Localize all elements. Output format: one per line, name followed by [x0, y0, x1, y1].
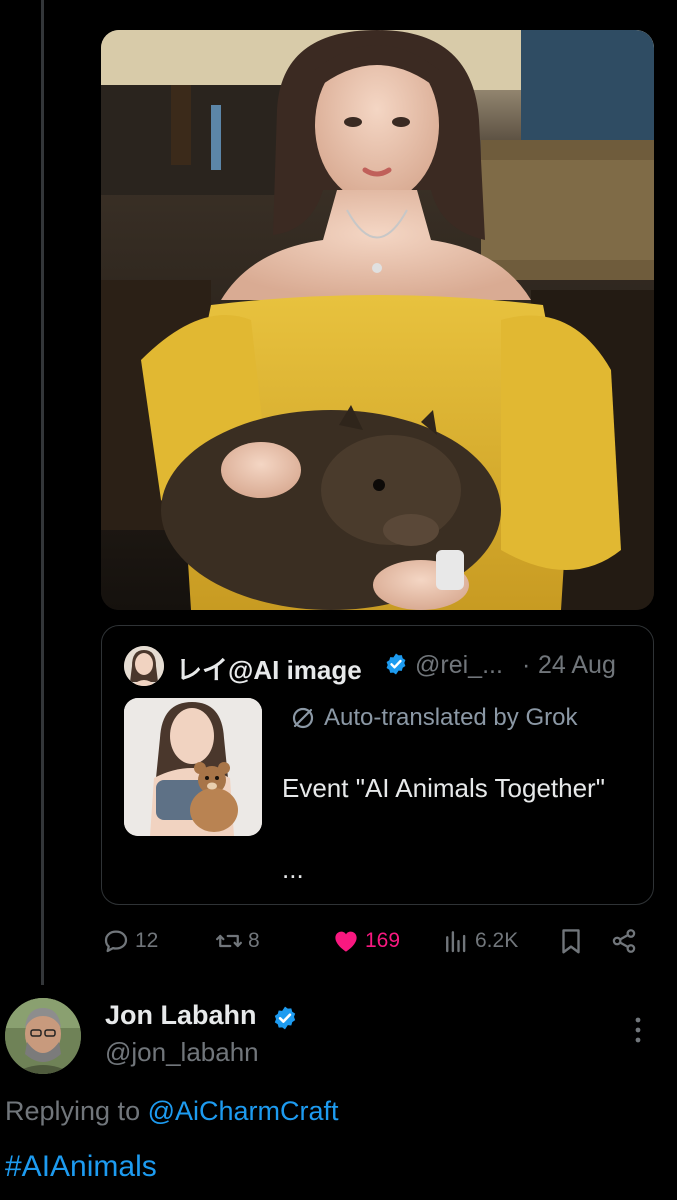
quoted-author-name[interactable]: レイ@AI image — [176, 650, 362, 687]
verified-badge-icon — [386, 653, 406, 675]
quoted-post-ellipsis: ... — [282, 854, 304, 884]
quoted-post-text: Event "AI Animals Together" — [282, 773, 605, 803]
more-options-icon[interactable] — [626, 1015, 650, 1045]
quoted-post[interactable]: レイ@AI image @rei_... · 24 Aug Auto-trans… — [101, 625, 654, 905]
share-button[interactable] — [609, 926, 639, 956]
quoted-author-handle[interactable]: @rei_... — [415, 651, 503, 680]
repost-button[interactable]: 8 — [214, 926, 260, 956]
bookmark-icon — [562, 929, 580, 954]
reply-author-handle[interactable]: @jon_labahn — [105, 1037, 259, 1068]
hashtag-link[interactable]: #AIAnimals — [5, 1150, 157, 1184]
quoted-author-avatar[interactable] — [124, 646, 164, 686]
views-button[interactable]: 6.2K — [441, 926, 518, 956]
replying-to-line: Replying to @AiCharmCraft — [5, 1096, 339, 1127]
replying-to-mention[interactable]: @AiCharmCraft — [148, 1096, 339, 1126]
like-count: 169 — [365, 929, 401, 952]
post-action-bar: 12 8 169 6.2K — [101, 920, 654, 964]
quoted-post-thumbnail[interactable] — [124, 698, 262, 836]
post-image[interactable] — [101, 30, 654, 610]
reply-icon — [104, 930, 128, 953]
heart-icon — [335, 931, 357, 952]
reply-author-avatar[interactable] — [5, 998, 81, 1074]
verified-badge-icon — [274, 1006, 296, 1030]
grok-icon — [292, 707, 314, 729]
share-icon — [612, 929, 636, 953]
separator-dot: · — [522, 651, 531, 679]
views-count: 6.2K — [475, 929, 519, 952]
post-image-illustration — [101, 30, 654, 610]
reply-button[interactable]: 12 — [101, 926, 158, 956]
quoted-post-date[interactable]: 24 Aug — [538, 651, 616, 680]
bookmark-button[interactable] — [556, 926, 586, 956]
thread-line — [41, 0, 44, 985]
repost-count: 8 — [248, 929, 260, 952]
auto-translated-text: Auto-translated by Grok — [324, 704, 578, 731]
like-button[interactable]: 169 — [331, 926, 400, 956]
reply-author-name[interactable]: Jon Labahn — [105, 1000, 257, 1031]
auto-translated-label[interactable]: Auto-translated by Grok — [290, 704, 577, 732]
views-icon — [446, 931, 466, 953]
replying-to-prefix: Replying to — [5, 1096, 141, 1126]
reply-count: 12 — [135, 929, 159, 952]
repost-icon — [216, 934, 242, 948]
